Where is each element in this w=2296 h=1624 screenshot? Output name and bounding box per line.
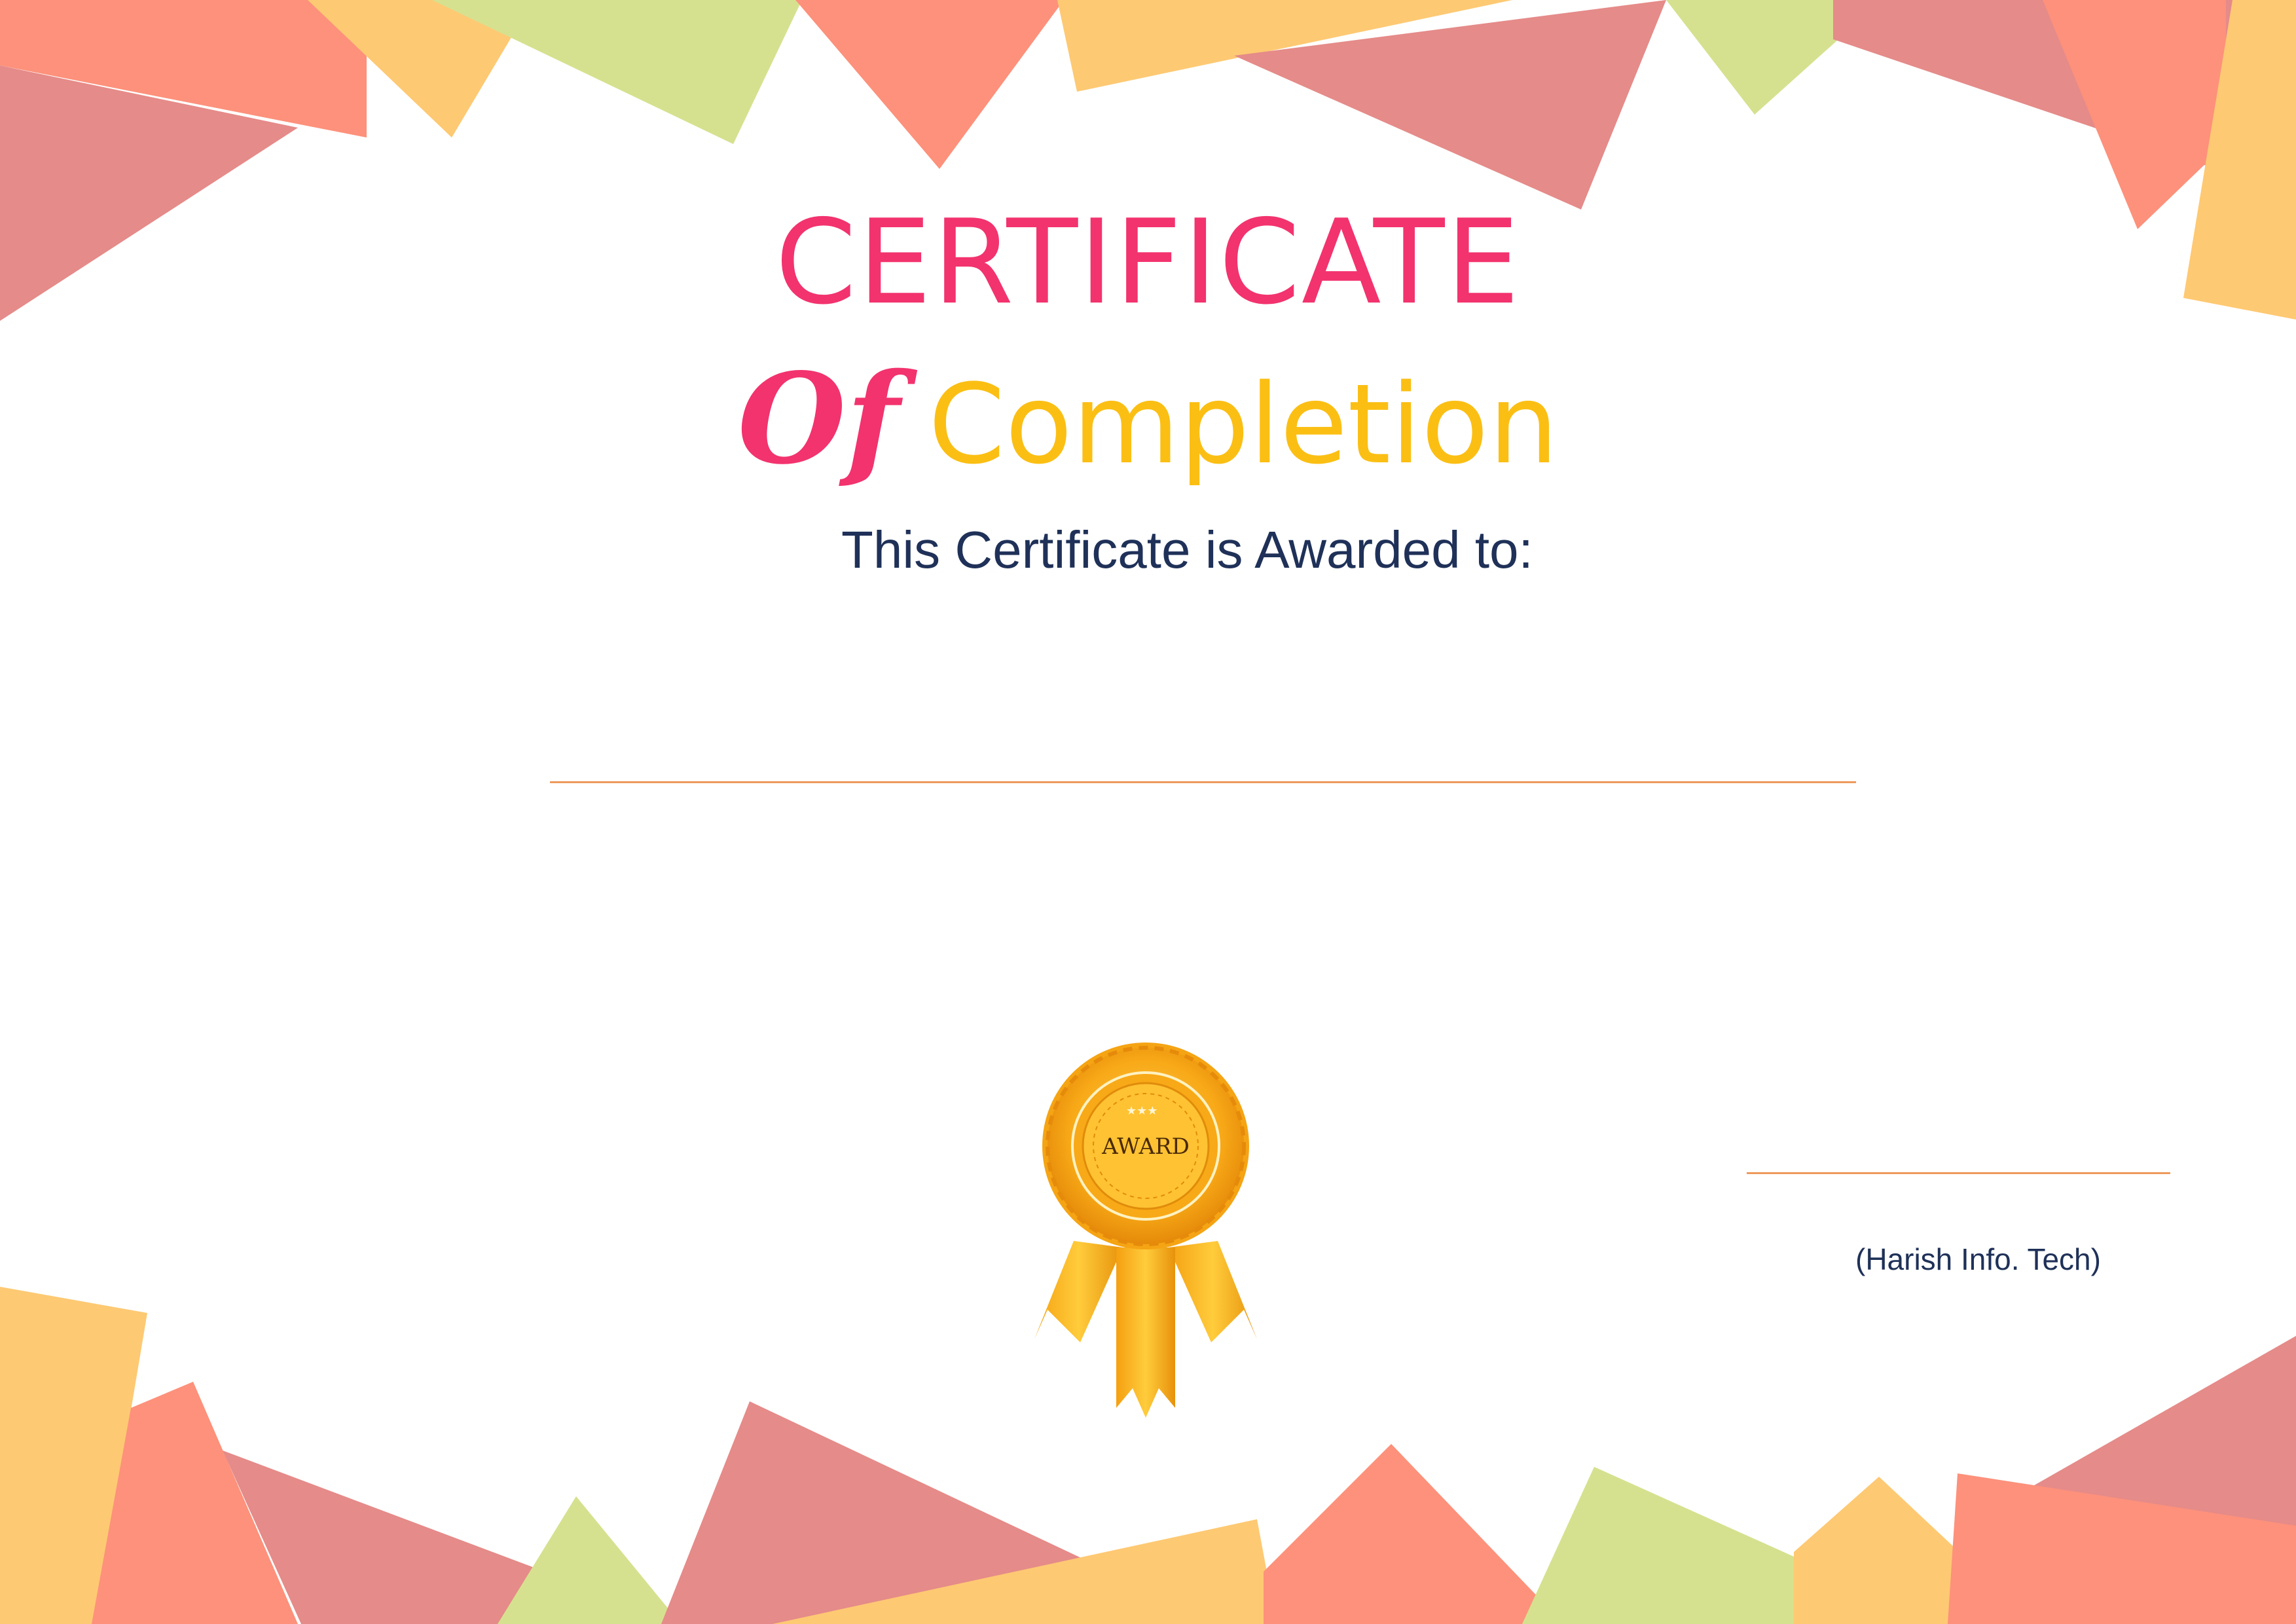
title-completion-word: Completion — [928, 360, 1559, 489]
certificate-page: CERTIFICATE Of Completion This Certificat… — [0, 0, 2296, 1624]
top-decor-shape — [795, 0, 1064, 169]
bottom-decor-shape — [498, 1496, 681, 1624]
recipient-name-line — [550, 781, 1856, 783]
signatory-name: (Harish Info. Tech) — [1855, 1242, 2101, 1276]
signature-line — [1747, 1172, 2170, 1174]
badge-award-label: AWARD — [1101, 1134, 1190, 1160]
title-of-word: Of — [737, 346, 900, 492]
certificate-title: CERTIFICATE — [774, 194, 1522, 330]
awarded-to-label: This Certificate is Awarded to: — [841, 521, 1533, 579]
certificate-subtitle: Of Completion — [0, 357, 2296, 481]
svg-text:★★★: ★★★ — [1126, 1104, 1157, 1118]
award-rosette-icon: AWARD ★★★ — [1034, 1043, 1257, 1418]
bottom-decor-shape — [1264, 1444, 1545, 1624]
